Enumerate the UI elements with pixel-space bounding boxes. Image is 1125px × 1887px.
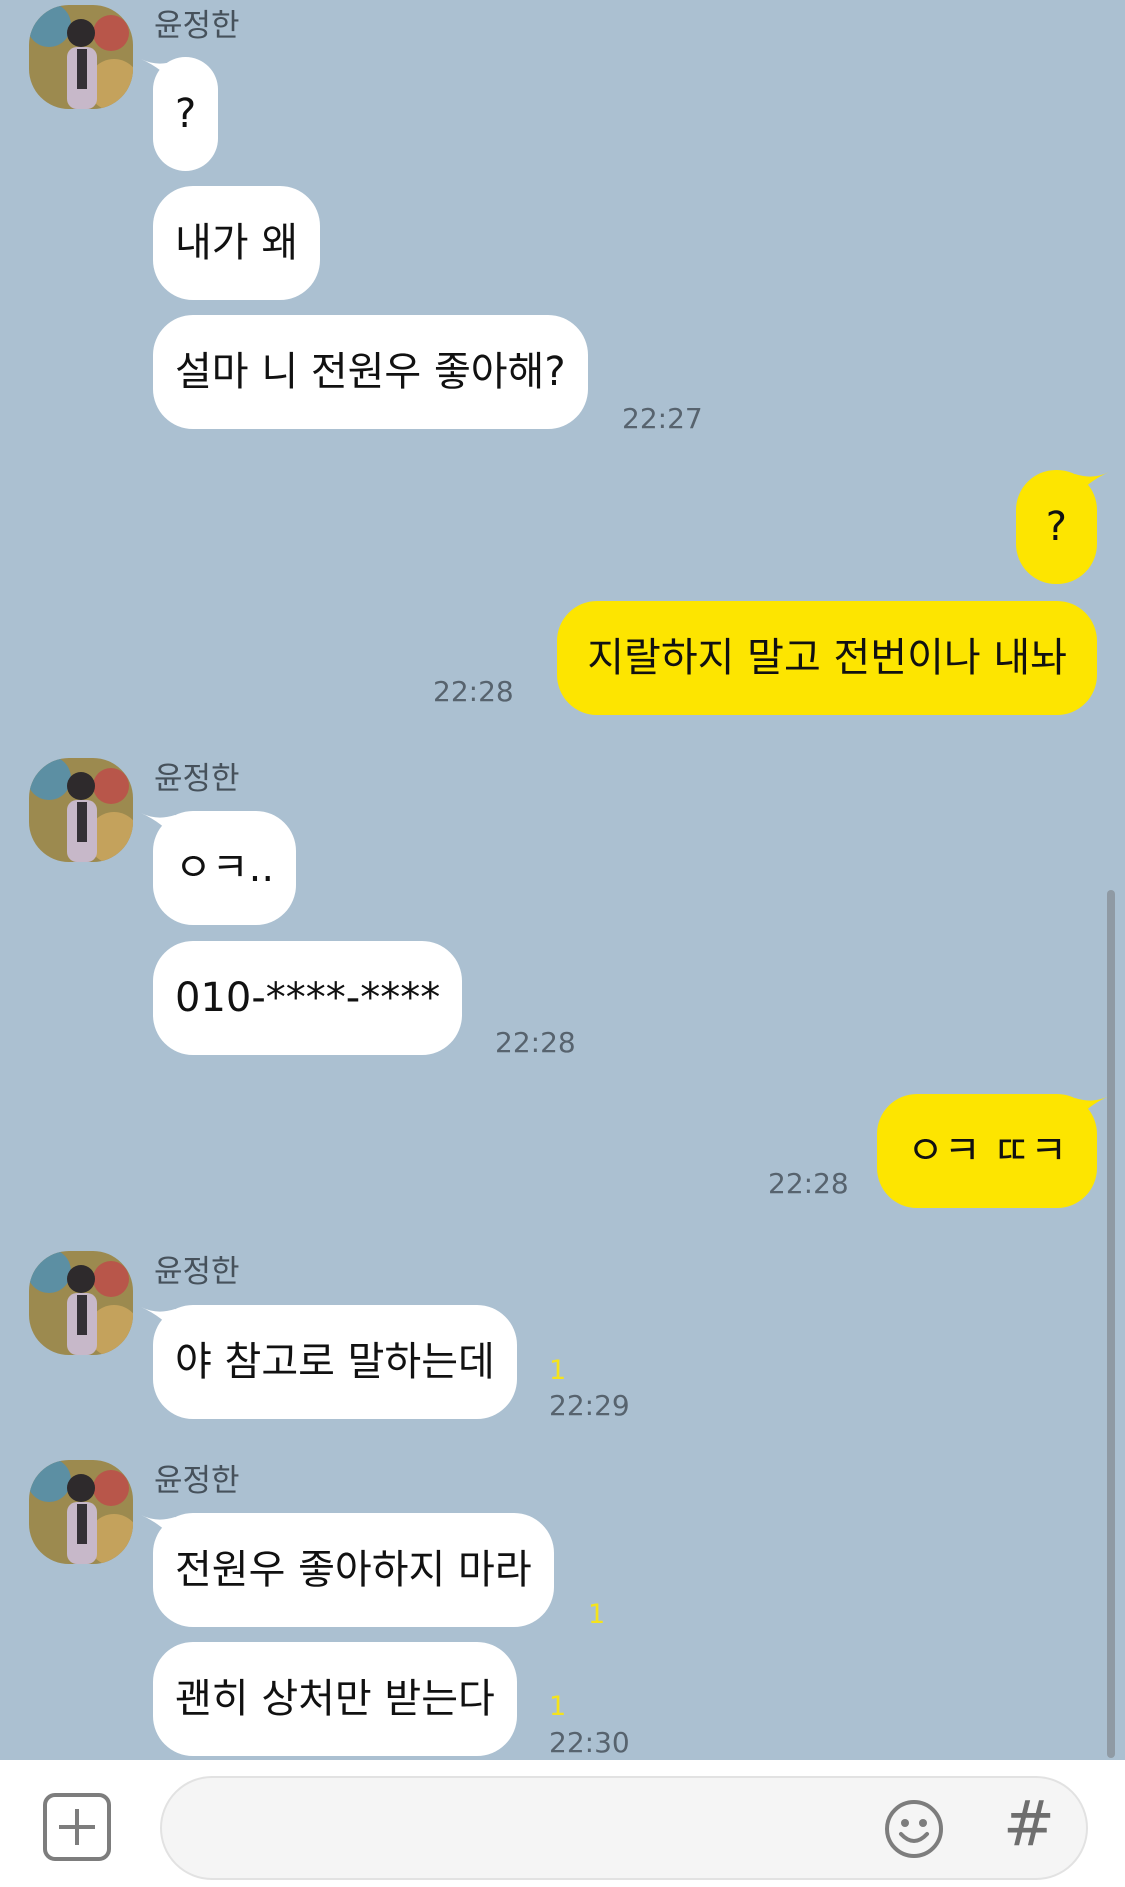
contact-avatar[interactable] [29, 1251, 133, 1355]
message-text: 전원우 좋아하지 마라 [175, 1547, 532, 1593]
message-text: 010-****-**** [175, 975, 441, 1021]
incoming-message-bubble[interactable]: 내가 왜 [153, 186, 321, 300]
attach-button[interactable] [43, 1793, 111, 1861]
emoji-icon [885, 1800, 943, 1858]
hashtag-search-button[interactable]: # [1003, 1788, 1055, 1860]
message-time: 22:30 [549, 1726, 630, 1759]
message-time: 22:29 [549, 1389, 630, 1422]
sender-name: 윤정한 [154, 1254, 240, 1290]
bubble-tail [141, 59, 175, 85]
bubble-tail [141, 1515, 175, 1541]
sender-name: 윤정한 [154, 8, 240, 44]
message-text: ? [1045, 504, 1067, 550]
chat-area[interactable]: 윤정한 ? 내가 왜 설마 니 전원우 좋아해? 22:27 ? 지랄하지 말고… [0, 0, 1125, 1760]
message-text: 설마 니 전원우 좋아해? [175, 349, 566, 395]
incoming-message-bubble[interactable]: 설마 니 전원우 좋아해? [153, 315, 588, 429]
message-text: 지랄하지 말고 전번이나 내놔 [587, 635, 1067, 681]
hash-icon: # [1003, 1787, 1055, 1860]
message-text: ㅇㅋ.. [175, 845, 275, 891]
message-input[interactable] [160, 1776, 1088, 1880]
unread-count: 1 [549, 1691, 567, 1722]
sender-name: 윤정한 [154, 1463, 240, 1499]
contact-avatar[interactable] [29, 5, 133, 109]
message-text: ㅇㅋ ㄸㅋ [907, 1128, 1067, 1174]
incoming-message-bubble[interactable]: 괜히 상처만 받는다 [153, 1642, 517, 1756]
sender-name: 윤정한 [154, 761, 240, 797]
bubble-tail [1075, 1096, 1109, 1122]
message-text: 내가 왜 [175, 220, 299, 266]
outgoing-message-bubble[interactable]: ㅇㅋ ㄸㅋ [877, 1094, 1097, 1208]
plus-icon [59, 1809, 95, 1845]
incoming-message-bubble[interactable]: 야 참고로 말하는데 [153, 1305, 517, 1419]
unread-count: 1 [588, 1599, 606, 1630]
unread-count: 1 [549, 1355, 567, 1386]
message-text: ? [175, 91, 197, 137]
message-time: 22:28 [768, 1167, 849, 1200]
bubble-tail [1075, 472, 1109, 498]
incoming-message-bubble[interactable]: 전원우 좋아하지 마라 [153, 1513, 554, 1627]
contact-avatar[interactable] [29, 1460, 133, 1564]
message-time: 22:27 [622, 402, 703, 435]
message-input-bar: # [0, 1760, 1125, 1887]
message-time: 22:28 [495, 1026, 576, 1059]
scrollbar[interactable] [1107, 890, 1115, 1758]
message-time: 22:28 [433, 675, 514, 708]
bubble-tail [141, 813, 175, 839]
emoji-button[interactable] [883, 1798, 945, 1860]
message-text: 야 참고로 말하는데 [175, 1339, 495, 1385]
bubble-tail [141, 1307, 175, 1333]
contact-avatar[interactable] [29, 758, 133, 862]
message-text: 괜히 상처만 받는다 [175, 1676, 495, 1722]
outgoing-message-bubble[interactable]: 지랄하지 말고 전번이나 내놔 [557, 601, 1097, 715]
incoming-message-bubble[interactable]: 010-****-**** [153, 941, 463, 1055]
